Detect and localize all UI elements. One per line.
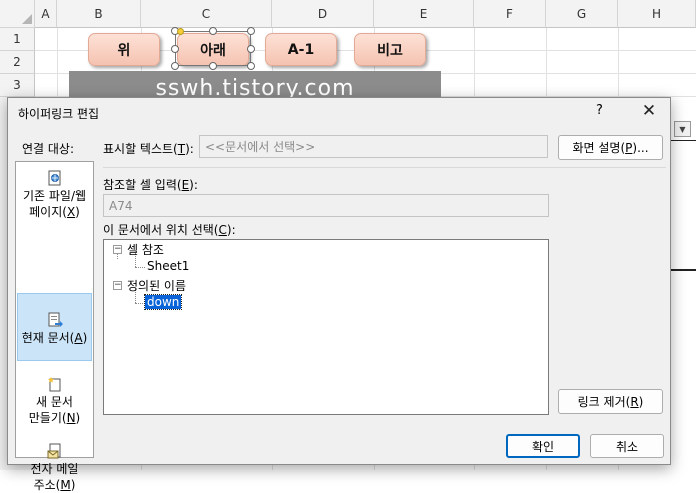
display-text-value: <<문서에서 선택>> [205,140,316,154]
select-all-triangle [22,14,32,24]
link-type-label: 기존 파일/웹 [22,189,87,203]
row-header-2[interactable]: 2 [0,51,35,74]
dialog-title: 하이퍼링크 편집 [18,107,100,121]
link-type-label: 새 문서 [36,395,73,409]
new-document-icon [47,377,60,392]
resize-handle[interactable] [209,27,217,35]
email-icon [47,443,60,459]
column-header-b[interactable]: B [57,0,141,28]
column-header-a[interactable]: A [35,0,57,28]
tree-node-sheet1[interactable]: Sheet1 [147,259,189,273]
web-page-icon [48,170,60,186]
remove-link-button[interactable]: 링크 제거(R) [558,389,663,414]
tree-connector [135,303,145,304]
expand-collapse-icon[interactable]: − [113,245,122,254]
place-tree[interactable]: − 셀 참조 Sheet1 − 정의된 이름 down [103,239,549,415]
link-type-label: ) [70,478,76,492]
link-type-label: ) [82,331,88,345]
link-type-label: 전자 메일 [30,462,79,476]
access-key: M [60,478,71,492]
display-text-label: 표시할 텍스트(T): [103,140,194,157]
sheet-button-up[interactable]: 위 [88,33,160,66]
adjust-handle[interactable] [177,28,184,35]
column-header-e[interactable]: E [374,0,474,28]
remove-link-label: ) [638,394,644,409]
link-type-label: ) [75,411,81,425]
resize-handle[interactable] [171,45,179,53]
cancel-button[interactable]: 취소 [590,434,664,458]
tree-node-down[interactable]: down [143,294,183,310]
link-type-label: 현재 문서( [21,331,75,345]
row-header-3[interactable]: 3 [0,74,35,97]
screentip-label: 화면 설명( [572,141,626,155]
display-text-label-text: 표시할 텍스트( [103,142,178,156]
cell-border [671,269,696,271]
dropdown-arrow-icon[interactable]: ▼ [674,121,691,137]
sheet-button-a1[interactable]: A-1 [265,33,337,66]
column-header-f[interactable]: F [474,0,546,28]
separator [103,167,666,168]
link-type-existing-file[interactable]: 기존 파일/웹 페이지(X) [16,170,93,220]
document-place-icon [48,312,63,327]
tree-node-cell-reference[interactable]: 셀 참조 [127,241,164,258]
cell-ref-input[interactable]: A74 [103,194,549,217]
screentip-label: )... [632,140,649,155]
access-key: X [66,205,76,219]
link-type-email[interactable]: 전자 메일 주소(M) [16,443,93,493]
access-key: R [630,394,639,409]
place-label-text: 이 문서에서 위치 선택( [103,223,219,237]
link-type-label: 주소( [33,478,61,492]
tree-node-defined-names[interactable]: 정의된 이름 [127,277,186,294]
resize-handle[interactable] [247,62,255,70]
shape-selection-frame [175,31,251,66]
link-type-sidebar: 기존 파일/웹 페이지(X) 현재 문서(A) 새 문서 만들기(N) 전자 메… [15,161,94,492]
link-type-current-document[interactable]: 현재 문서(A) [17,293,92,361]
link-to-label: 연결 대상: [22,142,75,156]
access-key: A [74,331,83,345]
resize-handle[interactable] [247,45,255,53]
row-header-1[interactable]: 1 [0,28,35,51]
tree-connector [135,267,145,268]
place-label-text: ): [226,223,236,237]
access-key: C [218,223,227,237]
column-header-h[interactable]: H [618,0,696,28]
link-type-label: ) [75,205,80,219]
tree-node-down-label: down [143,294,183,310]
access-key: P [625,140,633,155]
link-type-label: 만들기( [28,411,67,425]
place-in-document-label: 이 문서에서 위치 선택(C): [103,221,236,238]
resize-handle[interactable] [209,62,217,70]
screentip-button[interactable]: 화면 설명(P)... [558,135,663,160]
column-header-d[interactable]: D [272,0,374,28]
ok-button[interactable]: 확인 [506,434,580,458]
cell-border [671,140,696,141]
display-text-label-text: ): [185,142,194,156]
sheet-button-note[interactable]: 비고 [354,33,426,66]
cell-ref-label-text: 참조할 셀 입력( [103,178,182,192]
access-key: N [66,411,76,425]
link-type-new-document[interactable]: 새 문서 만들기(N) [16,376,93,426]
cell-ref-label: 참조할 셀 입력(E): [103,176,198,193]
help-button[interactable]: ? [596,103,603,118]
display-text-field[interactable]: <<문서에서 선택>> [199,135,548,158]
column-header-g[interactable]: G [546,0,618,28]
cell-ref-label-text: ): [189,178,198,192]
expand-collapse-icon[interactable]: − [113,281,122,290]
remove-link-label: 링크 제거( [577,395,631,409]
close-icon[interactable]: ✕ [638,100,660,122]
column-header-c[interactable]: C [141,0,272,28]
edit-hyperlink-dialog: 하이퍼링크 편집 ? ✕ 연결 대상: 기존 파일/웹 페이지(X) 현재 문서… [7,97,671,492]
resize-handle[interactable] [247,27,255,35]
cell-ref-value: A74 [109,198,133,213]
resize-handle[interactable] [171,62,179,70]
link-type-label: 페이지( [29,205,67,219]
access-key: T [177,142,186,156]
